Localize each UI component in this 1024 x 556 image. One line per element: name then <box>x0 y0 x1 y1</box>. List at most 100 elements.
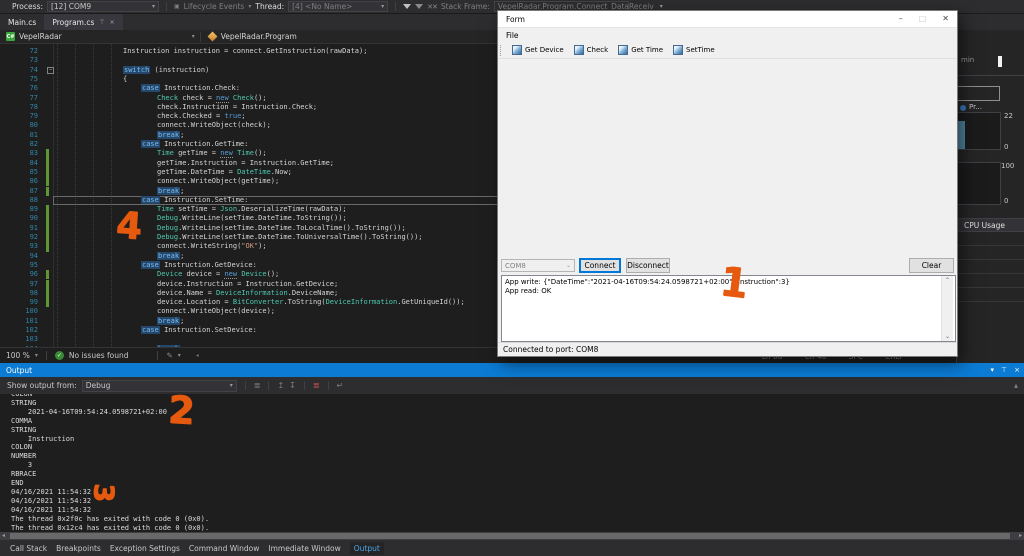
output-line: RBRACE <box>11 470 1024 479</box>
close-icon[interactable]: × <box>110 19 115 26</box>
line-number: 102 <box>14 326 38 335</box>
minimize-icon[interactable]: – <box>899 14 903 23</box>
disconnect-button[interactable]: Disconnect <box>626 258 670 273</box>
output-line: The thread 0x12c4 has exited with code 0… <box>11 524 1024 532</box>
filter-icon[interactable] <box>403 4 411 9</box>
code-text: check.Checked = true; <box>57 112 246 121</box>
word-wrap-icon[interactable]: ↵ <box>337 381 344 390</box>
chevron-down-icon: ⌄ <box>566 262 571 269</box>
panel-tab-output[interactable]: Output <box>350 542 384 555</box>
flag-icons[interactable]: ✕✕ <box>427 3 437 11</box>
filter-disabled-icon[interactable] <box>415 4 423 9</box>
change-bar <box>46 159 49 168</box>
form-titlebar[interactable]: Form – □ ✕ <box>498 11 957 28</box>
scroll-right-icon[interactable]: ▸ <box>1019 532 1022 540</box>
next-message-icon[interactable]: ↧ <box>289 381 296 390</box>
member-icon <box>207 32 217 42</box>
process-label: Process: <box>12 2 43 11</box>
image-icon <box>574 45 584 55</box>
image-icon <box>618 45 628 55</box>
panel-tab-exception-settings[interactable]: Exception Settings <box>110 544 180 553</box>
line-number: 95 <box>14 261 38 270</box>
stack-frame-label: Stack Frame: <box>441 2 490 11</box>
scroll-left-icon[interactable]: ◂ <box>2 532 5 540</box>
menu-file[interactable]: File <box>506 31 519 40</box>
chevron-down-icon[interactable]: ▾ <box>35 352 38 359</box>
lifecycle-events-button[interactable]: Lifecycle Events <box>184 2 245 11</box>
code-text: connect.WriteObject(device); <box>57 307 275 316</box>
pin-icon[interactable]: ⊤ <box>1001 366 1007 374</box>
thread-value: [4] <No Name> <box>292 2 352 11</box>
cpu-chart[interactable] <box>957 162 1001 205</box>
panel-tab-immediate-window[interactable]: Immediate Window <box>268 544 340 553</box>
output-content[interactable]: COLONSTRING 2021-04-16T09:54:24.0598721+… <box>0 394 1024 532</box>
clear-all-icon[interactable]: ≣ <box>313 381 320 390</box>
code-text: Time setTime = Json.DeserializeTime(rawD… <box>57 205 347 214</box>
toolbar-button-check[interactable]: Check <box>570 44 613 56</box>
output-line: NUMBER <box>11 452 1024 461</box>
issues-status[interactable]: No issues found <box>69 351 129 360</box>
line-number: 85 <box>14 168 38 177</box>
chevron-down-icon: ▾ <box>375 3 384 10</box>
scroll-down-icon[interactable]: ⌄ <box>945 333 950 340</box>
output-horizontal-scrollbar[interactable]: ◂ ▸ <box>0 532 1024 540</box>
output-line: Instruction <box>11 435 1024 444</box>
scrollbar-thumb[interactable] <box>10 533 1010 539</box>
panel-tab-breakpoints[interactable]: Breakpoints <box>56 544 101 553</box>
timeline-marker[interactable] <box>998 56 1002 67</box>
process-value: [12] COM9 <box>51 2 91 11</box>
toolbar-button-get-device[interactable]: Get Device <box>508 44 568 56</box>
divider <box>46 351 47 360</box>
suggestion-icon[interactable]: ✎ <box>166 351 172 360</box>
breadcrumb-member[interactable]: VepelRadar.Program <box>221 32 297 41</box>
find-message-icon[interactable]: ≣ <box>254 381 261 390</box>
line-number: 74 <box>14 66 38 75</box>
toolbar-button-label: Check <box>587 46 609 54</box>
output-panel-titlebar[interactable]: Output ▾ ⊤ × <box>0 363 1024 377</box>
log-scrollbar[interactable]: ⌃ ⌄ <box>941 276 953 341</box>
divider <box>304 381 305 390</box>
previous-message-icon[interactable]: ↥ <box>277 381 284 390</box>
memory-max-label: 22 <box>1004 112 1013 120</box>
code-text: device.Instruction = Instruction.GetDevi… <box>57 280 338 289</box>
output-source-dropdown[interactable]: Debug ▾ <box>82 380 237 392</box>
process-dropdown[interactable]: [12] COM9 ▾ <box>47 1 159 12</box>
fold-collapse-icon[interactable]: − <box>47 67 54 74</box>
close-icon[interactable]: × <box>1014 366 1020 374</box>
code-text: Device device = new Device(); <box>57 270 279 279</box>
breadcrumb-project[interactable]: VepelRadar <box>19 32 62 41</box>
scroll-left-icon[interactable]: ◂ <box>196 352 199 359</box>
memory-chart[interactable] <box>957 112 1001 150</box>
thread-dropdown[interactable]: [4] <No Name> ▾ <box>288 1 388 12</box>
toolbar-button-settime[interactable]: SetTime <box>669 44 719 56</box>
code-text: break; <box>57 317 184 326</box>
line-number: 83 <box>14 149 38 158</box>
port-dropdown[interactable]: COM8 ⌄ <box>501 259 575 272</box>
toolbar-grip[interactable] <box>500 45 503 56</box>
maximize-icon[interactable]: □ <box>919 14 927 23</box>
code-text: Instruction instruction = connect.GetIns… <box>57 47 367 56</box>
line-number: 82 <box>14 140 38 149</box>
pin-icon[interactable]: ⊤ <box>99 19 104 26</box>
threads-in-source-icon[interactable]: ▣ <box>174 3 180 10</box>
zoom-level[interactable]: 100 % <box>6 351 30 360</box>
cpu-usage-header[interactable]: CPU Usage <box>957 218 1024 232</box>
window-position-icon[interactable]: ▾ <box>991 366 995 374</box>
chevron-down-icon[interactable]: ▾ <box>178 352 181 359</box>
connect-button[interactable]: Connect <box>579 258 621 273</box>
tab-program-cs[interactable]: Program.cs⊤× <box>44 14 122 30</box>
close-icon[interactable]: ✕ <box>942 14 949 23</box>
port-value: COM8 <box>505 262 526 270</box>
scroll-up-icon[interactable]: ⌃ <box>945 277 950 284</box>
toolbar-button-get-time[interactable]: Get Time <box>614 44 667 56</box>
clear-button[interactable]: Clear <box>909 258 954 273</box>
tab-main-cs[interactable]: Main.cs <box>0 14 44 30</box>
line-number: 94 <box>14 252 38 261</box>
panel-tab-call-stack[interactable]: Call Stack <box>10 544 47 553</box>
chevron-down-icon[interactable]: ▾ <box>192 33 195 40</box>
line-number: 80 <box>14 121 38 130</box>
change-bar <box>46 168 49 177</box>
code-text: connect.WriteObject(getTime); <box>57 177 279 186</box>
toolbar-overflow-icon[interactable]: ▴ <box>1014 381 1018 390</box>
panel-tab-command-window[interactable]: Command Window <box>189 544 260 553</box>
